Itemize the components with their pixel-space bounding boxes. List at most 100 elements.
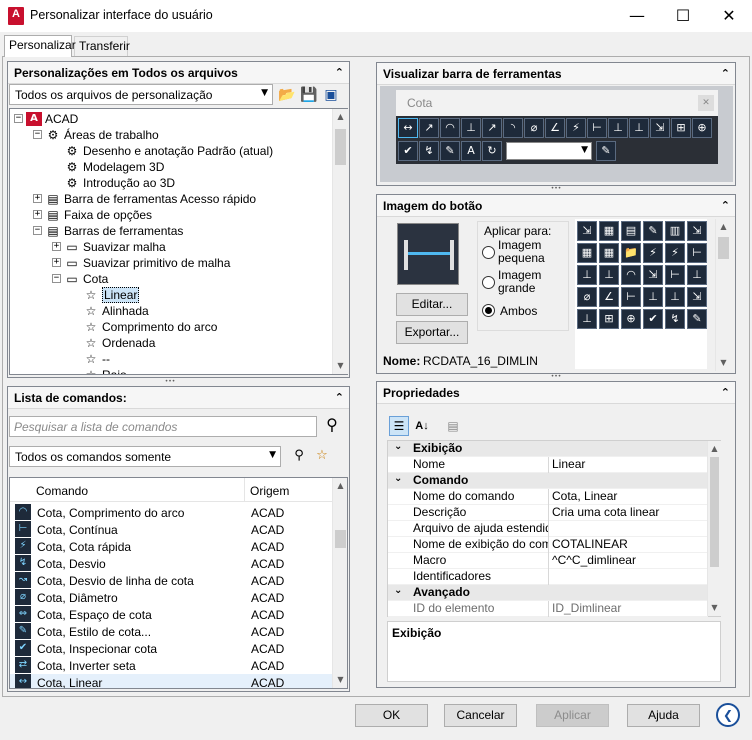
image-choice-icon[interactable]: ⊥ — [577, 309, 597, 329]
expander-icon[interactable]: − — [33, 226, 42, 235]
col-origin[interactable]: Origem — [250, 484, 289, 498]
tree-node[interactable]: ⚙ Introdução ao 3D — [10, 175, 330, 191]
tree-node[interactable]: + ▤ Faixa de opções — [10, 207, 330, 223]
tree-node[interactable]: ☆ Alinhada — [10, 303, 330, 319]
property-category[interactable]: ⌄ Comando — [388, 473, 708, 489]
collapse-dialog-icon[interactable]: ❮ — [716, 703, 740, 727]
save-icon[interactable]: 💾 — [300, 86, 318, 104]
scroll-up-icon[interactable]: ▲ — [716, 219, 731, 235]
toolbar-button-icon[interactable]: ↗ — [482, 118, 502, 138]
image-choice-icon[interactable]: ✔ — [643, 309, 663, 329]
expander-icon[interactable]: − — [52, 274, 61, 283]
collapse-icon[interactable]: ⌃ — [335, 391, 344, 404]
image-choice-icon[interactable]: ⌀ — [577, 287, 597, 307]
command-scrollbar[interactable]: ▲ ▼ — [332, 478, 347, 688]
property-value[interactable]: ^C^C_dimlinear — [550, 553, 708, 569]
find-command-icon[interactable]: ⚲ — [290, 447, 308, 465]
tree-node[interactable]: − A ACAD — [10, 111, 330, 127]
table-row[interactable]: ⊢ Cota, Contínua ACAD — [10, 521, 332, 538]
chevron-down-icon[interactable]: ⌄ — [394, 585, 402, 596]
close-button[interactable]: ✕ — [706, 0, 752, 32]
property-row[interactable]: Nome Linear — [388, 457, 708, 473]
collapse-icon[interactable]: ⌃ — [721, 199, 730, 212]
tree-node[interactable]: − ⚙ Áreas de trabalho — [10, 127, 330, 143]
tree-node[interactable]: ☆ Linear — [10, 287, 330, 303]
property-row[interactable]: ID do elemento ID_Dimlinear — [388, 601, 708, 617]
toolbar-button-icon[interactable]: ⌀ — [524, 118, 544, 138]
table-row[interactable]: ⌀ Cota, Diâmetro ACAD — [10, 589, 332, 606]
image-choice-icon[interactable]: ⊥ — [665, 287, 685, 307]
image-choice-icon[interactable]: ⇲ — [687, 221, 707, 241]
property-scrollbar[interactable]: ▲ ▼ — [707, 441, 721, 616]
property-value[interactable]: Cota, Linear — [550, 489, 708, 505]
image-choice-icon[interactable]: ⊥ — [599, 265, 619, 285]
image-choice-icon[interactable]: ⚡ — [643, 243, 663, 263]
table-row[interactable]: ↝ Cota, Desvio de linha de cota ACAD — [10, 572, 332, 589]
toolbar-button-icon[interactable]: ✔ — [398, 141, 418, 161]
ok-button[interactable]: OK — [355, 704, 428, 727]
image-choice-icon[interactable]: ⊥ — [577, 265, 597, 285]
image-choice-icon[interactable]: ⊞ — [599, 309, 619, 329]
expander-icon[interactable]: − — [33, 130, 42, 139]
scroll-down-icon[interactable]: ▼ — [333, 358, 348, 374]
tree-node[interactable]: + ▤ Barra de ferramentas Acesso rápido — [10, 191, 330, 207]
splitter-grip[interactable]: ••• — [536, 374, 576, 380]
scroll-up-icon[interactable]: ▲ — [333, 478, 347, 494]
image-choice-icon[interactable]: ▦ — [577, 243, 597, 263]
open-file-icon[interactable]: 📂 — [278, 86, 296, 104]
tree-node[interactable]: ☆ Raio — [10, 367, 330, 374]
image-choice-icon[interactable]: ⇲ — [687, 287, 707, 307]
image-choice-icon[interactable]: 📁 — [621, 243, 641, 263]
toolbar-button-icon[interactable]: ⊕ — [692, 118, 712, 138]
collapse-icon[interactable]: ⌃ — [335, 66, 344, 79]
image-grid-scrollbar[interactable]: ▲ ▼ — [715, 219, 731, 371]
toolbar-button-icon[interactable]: ⇲ — [650, 118, 670, 138]
tree-node[interactable]: ⚙ Modelagem 3D — [10, 159, 330, 175]
property-value[interactable] — [550, 569, 708, 585]
property-row[interactable]: Arquivo de ajuda estendida — [388, 521, 708, 537]
scroll-down-icon[interactable]: ▼ — [716, 355, 731, 371]
table-row[interactable]: ↯ Cota, Desvio ACAD — [10, 555, 332, 572]
image-choice-icon[interactable]: ⊥ — [687, 265, 707, 285]
image-choice-icon[interactable]: ⊢ — [621, 287, 641, 307]
expander-icon[interactable]: + — [52, 242, 61, 251]
image-choice-icon[interactable]: ▤ — [621, 221, 641, 241]
splitter-grip[interactable]: ••• — [150, 379, 190, 385]
property-category[interactable]: ⌄ Avançado — [388, 585, 708, 601]
new-command-icon[interactable]: ☆ — [313, 447, 331, 465]
toolbar-button-icon[interactable]: ◠ — [440, 118, 460, 138]
expander-icon[interactable]: + — [52, 258, 61, 267]
table-row[interactable]: ◠ Cota, Comprimento do arco ACAD — [10, 504, 332, 521]
dim-style-combo[interactable]: ▼ — [506, 142, 592, 160]
property-value[interactable] — [550, 521, 708, 537]
image-choice-icon[interactable]: ⇲ — [643, 265, 663, 285]
tree-node[interactable]: − ▭ Cota — [10, 271, 330, 287]
command-filter-combo[interactable]: Todos os comandos somente ▼ — [9, 446, 281, 467]
edit-button[interactable]: Editar... — [396, 293, 468, 316]
image-choice-icon[interactable]: ▥ — [665, 221, 685, 241]
collapse-icon[interactable]: ⌃ — [721, 67, 730, 80]
toolbar-button-icon[interactable]: ⊥ — [461, 118, 481, 138]
image-choice-icon[interactable]: ⊥ — [643, 287, 663, 307]
categorized-icon[interactable]: ☰ — [389, 416, 409, 436]
tree-node[interactable]: ☆ Comprimento do arco — [10, 319, 330, 335]
toolbar-button-icon[interactable]: ⊢ — [587, 118, 607, 138]
image-choice-icon[interactable]: ▦ — [599, 221, 619, 241]
tree-node[interactable]: ☆ -- — [10, 351, 330, 367]
collapse-icon[interactable]: ⌃ — [721, 386, 730, 399]
scroll-thumb[interactable] — [718, 237, 729, 259]
tree-node[interactable]: ☆ Ordenada — [10, 335, 330, 351]
image-choice-icon[interactable]: ✎ — [643, 221, 663, 241]
view-options-icon[interactable]: ▣ — [322, 86, 340, 104]
property-value[interactable]: ID_Dimlinear — [550, 601, 708, 617]
property-row[interactable]: Nome do comando Cota, Linear — [388, 489, 708, 505]
property-row[interactable]: Macro ^C^C_dimlinear — [388, 553, 708, 569]
table-row[interactable]: ✎ Cota, Estilo de cota... ACAD — [10, 623, 332, 640]
minimize-button[interactable]: — — [614, 0, 660, 32]
chevron-down-icon[interactable]: ⌄ — [394, 473, 402, 484]
image-choice-icon[interactable]: ✎ — [687, 309, 707, 329]
image-choice-icon[interactable]: ▦ — [599, 243, 619, 263]
toolbar-button-icon[interactable]: ∠ — [545, 118, 565, 138]
scroll-down-icon[interactable]: ▼ — [708, 600, 721, 616]
property-value[interactable]: COTALINEAR — [550, 537, 708, 553]
